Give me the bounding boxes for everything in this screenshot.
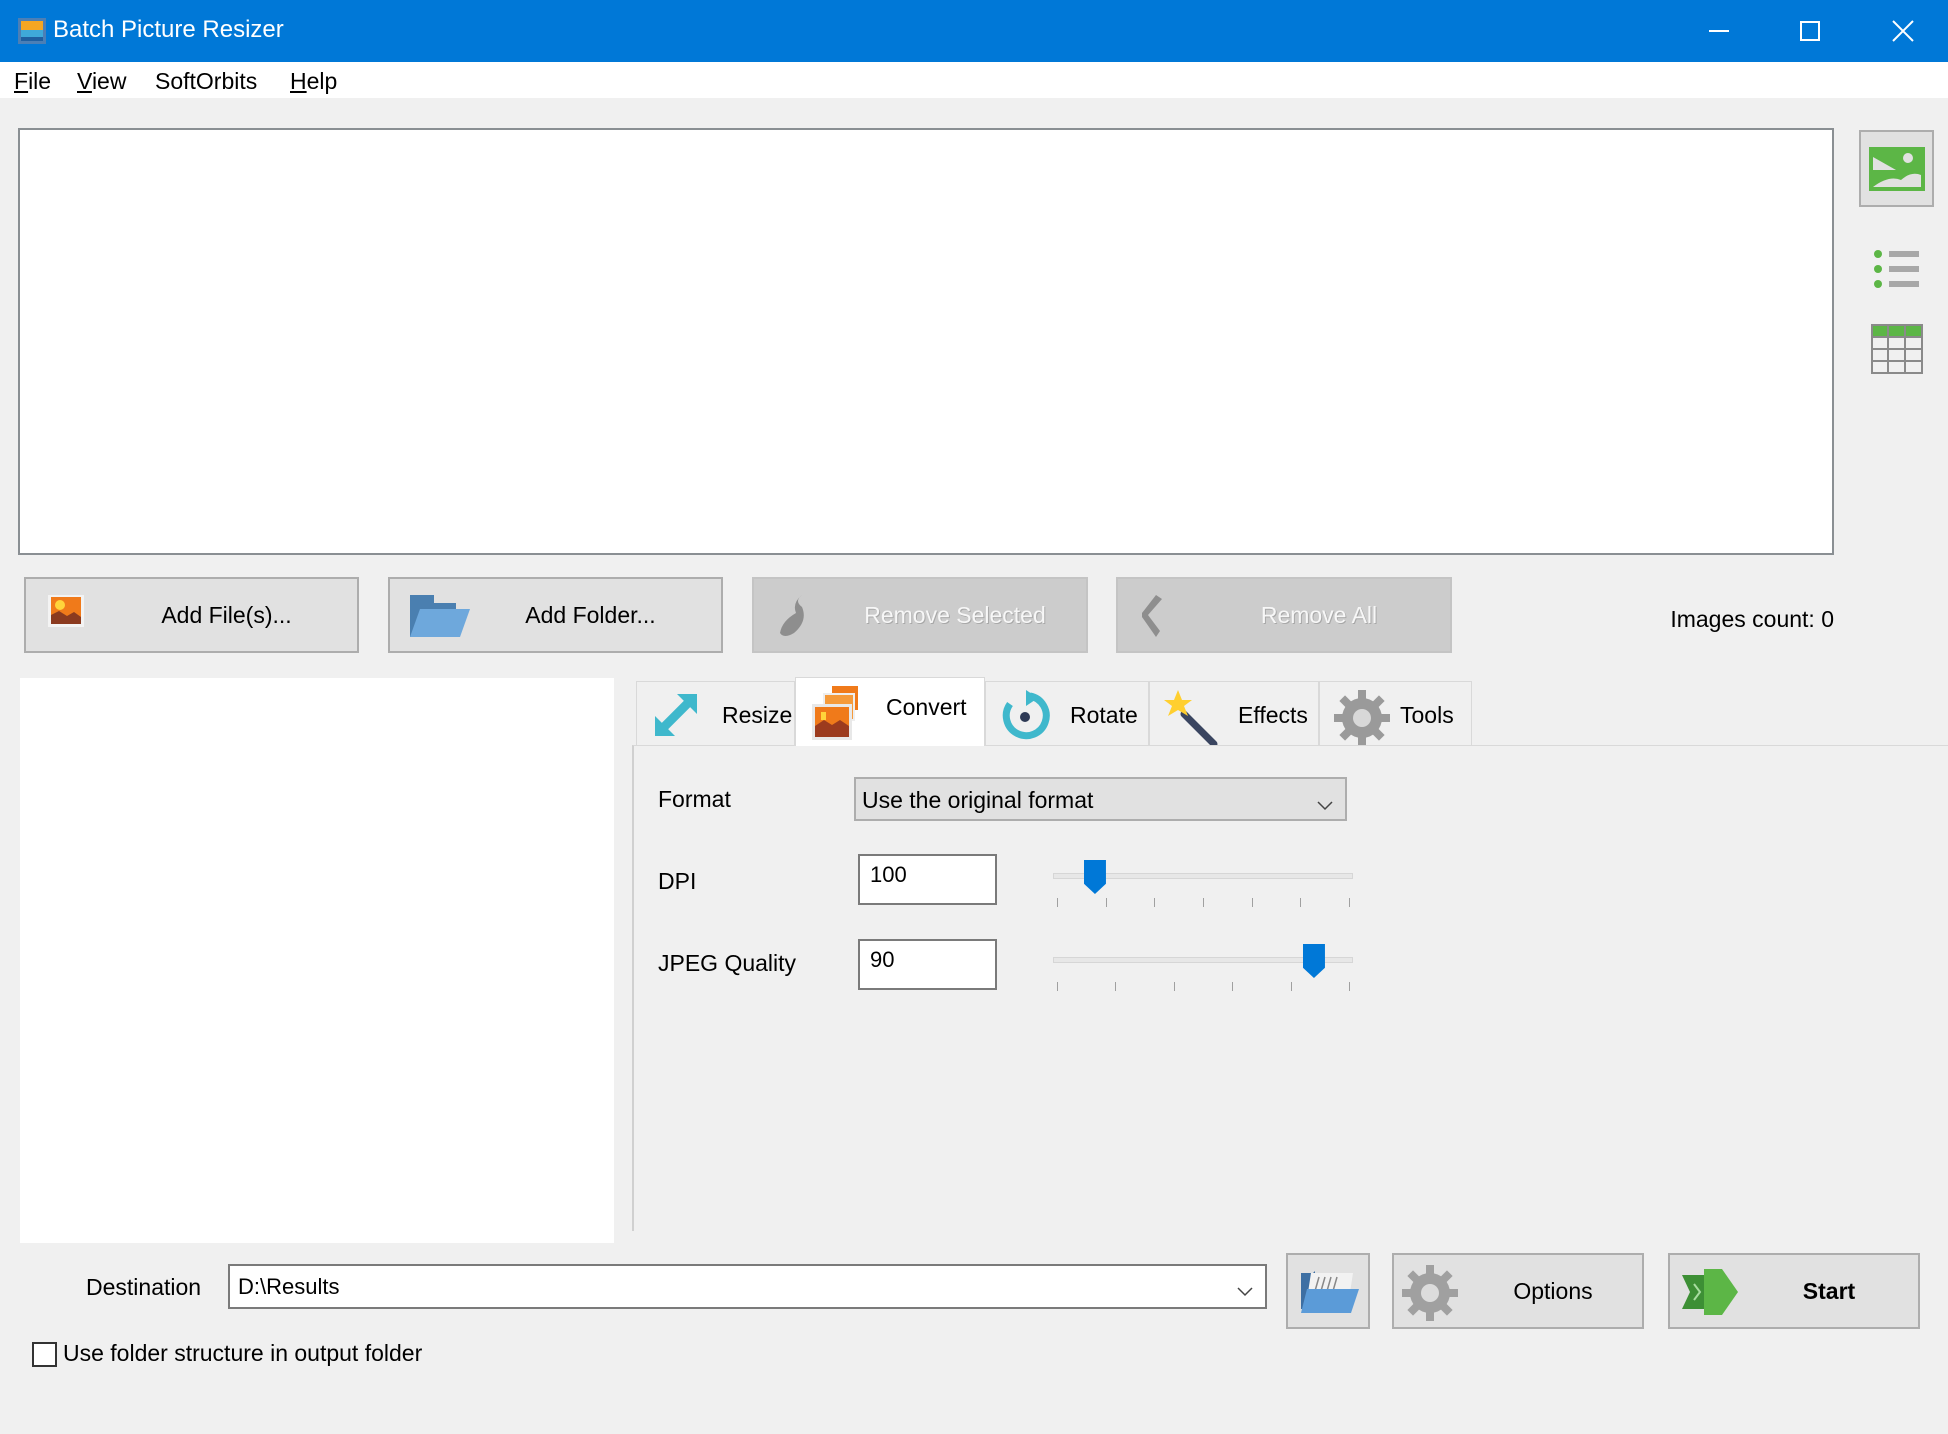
table-view-button[interactable]	[1859, 310, 1934, 387]
add-files-label: Add File(s)...	[161, 602, 292, 628]
remove-all-button[interactable]: Remove All	[1116, 577, 1452, 653]
tab-effects[interactable]: Effects	[1149, 681, 1319, 748]
minimize-icon	[1709, 30, 1729, 32]
list-view-button[interactable]	[1859, 230, 1934, 307]
tab-resize[interactable]: Resize	[636, 681, 795, 745]
remove-all-label: Remove All	[1260, 602, 1378, 628]
slider-tick	[1300, 898, 1302, 907]
convert-images-icon	[810, 686, 860, 740]
slider-tick	[1203, 898, 1204, 907]
menu-view[interactable]: View	[77, 68, 126, 95]
dpi-slider-thumb[interactable]	[1083, 860, 1106, 894]
menu-softorbits[interactable]: SoftOrbits	[155, 68, 257, 95]
start-button[interactable]: Start	[1668, 1253, 1920, 1329]
dpi-slider[interactable]	[1051, 856, 1355, 916]
resize-arrows-icon	[651, 690, 701, 740]
slider-tick	[1154, 898, 1156, 907]
menu-help[interactable]: Help	[290, 68, 337, 95]
jpeg-slider-thumb[interactable]	[1302, 944, 1325, 978]
close-icon	[1892, 20, 1914, 42]
preview-panel	[20, 678, 614, 1243]
folder-structure-label[interactable]: Use folder structure in output folder	[63, 1340, 422, 1367]
options-label: Options	[1513, 1278, 1593, 1304]
tab-tools[interactable]: Tools	[1319, 681, 1472, 746]
slider-tick	[1290, 982, 1292, 991]
add-folder-label: Add Folder...	[525, 602, 656, 628]
menu-view-label: iew	[91, 68, 127, 94]
menu-view-accel: V	[77, 68, 92, 94]
format-value: Use the original format	[862, 787, 1094, 813]
slider-tick	[1173, 982, 1175, 991]
chevron-down-icon	[1237, 1278, 1253, 1304]
dpi-input[interactable]: 100	[858, 854, 997, 905]
list-view-icon	[1873, 249, 1919, 288]
app-icon	[16, 15, 48, 47]
remove-all-icon	[1136, 593, 1182, 639]
maximize-button[interactable]	[1765, 0, 1855, 62]
tab-effects-label: Effects	[1238, 702, 1308, 728]
tab-tools-label: Tools	[1400, 702, 1454, 728]
tab-rotate-label: Rotate	[1070, 702, 1138, 728]
slider-tick	[1349, 898, 1350, 907]
start-arrow-icon	[1682, 1269, 1738, 1315]
menu-softorbits-label: SoftOrbits	[155, 68, 258, 94]
menu-bar: File View SoftOrbits Help	[0, 62, 1948, 98]
destination-value: D:\Results	[238, 1274, 340, 1299]
add-files-button[interactable]: Add File(s)...	[24, 577, 359, 653]
close-button[interactable]	[1858, 0, 1948, 62]
options-button[interactable]: Options	[1392, 1253, 1644, 1329]
menu-file-label: ile	[28, 68, 52, 94]
menu-help-accel: H	[290, 68, 307, 94]
tab-convert[interactable]: Convert	[795, 677, 985, 746]
jpeg-quality-label: JPEG Quality	[658, 950, 797, 976]
browse-folder-button[interactable]	[1286, 1253, 1370, 1329]
menu-help-label: elp	[306, 68, 338, 94]
format-select[interactable]: Use the original format	[854, 777, 1347, 821]
slider-tick	[1115, 982, 1117, 991]
open-folder-icon	[1301, 1271, 1359, 1313]
table-view-icon	[1870, 323, 1923, 374]
menu-file[interactable]: File	[14, 68, 51, 95]
folder-icon	[408, 593, 470, 639]
maximize-icon	[1800, 21, 1820, 41]
thumbnails-view-button[interactable]	[1859, 130, 1934, 207]
chevron-down-icon	[1317, 791, 1333, 818]
gear-icon	[1334, 690, 1390, 746]
remove-selected-icon	[772, 593, 818, 639]
remove-selected-button[interactable]: Remove Selected	[752, 577, 1088, 653]
format-label: Format	[658, 786, 731, 812]
images-count: Images count: 0	[1670, 606, 1834, 632]
add-folder-button[interactable]: Add Folder...	[388, 577, 723, 653]
tab-rotate[interactable]: Rotate	[985, 681, 1149, 745]
destination-label: Destination	[86, 1274, 202, 1300]
thumbnails-view-icon	[1868, 146, 1925, 191]
image-list[interactable]	[18, 128, 1834, 555]
slider-tick	[1349, 982, 1350, 991]
dpi-label: DPI	[658, 868, 697, 894]
tab-convert-label: Convert	[886, 694, 967, 720]
slider-tick	[1232, 982, 1234, 991]
tab-resize-label: Resize	[722, 702, 793, 728]
menu-file-accel: F	[14, 68, 29, 94]
slider-tick	[1251, 898, 1253, 907]
window-title: Batch Picture Resizer	[53, 16, 284, 43]
slider-tick	[1057, 982, 1058, 991]
magic-wand-icon	[1164, 690, 1218, 748]
gear-icon	[1402, 1265, 1458, 1321]
start-label: Start	[1802, 1278, 1856, 1304]
slider-tick	[1057, 898, 1058, 907]
title-bar: Batch Picture Resizer	[0, 0, 1948, 62]
jpeg-quality-input[interactable]: 90	[858, 939, 997, 990]
jpeg-quality-slider[interactable]	[1051, 940, 1355, 1000]
remove-selected-label: Remove Selected	[864, 602, 1046, 628]
destination-combo[interactable]: D:\Results	[228, 1264, 1267, 1309]
minimize-button[interactable]	[1674, 0, 1764, 62]
rotate-icon	[1000, 690, 1050, 740]
add-image-icon	[44, 593, 90, 639]
folder-structure-checkbox[interactable]	[32, 1342, 57, 1367]
slider-tick	[1105, 898, 1107, 907]
